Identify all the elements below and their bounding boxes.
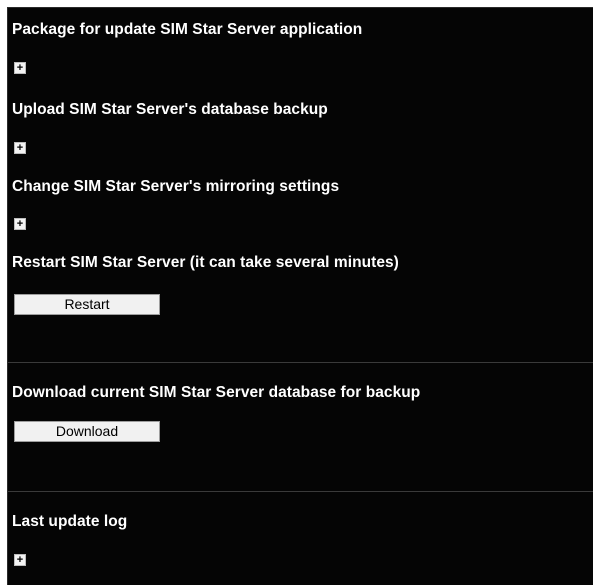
restart-button[interactable]: Restart [14, 294, 160, 315]
server-maintenance-panel: Package for update SIM Star Server appli… [7, 7, 593, 585]
mirroring-expand-icon[interactable]: + [14, 218, 26, 230]
update-package-heading: Package for update SIM Star Server appli… [12, 21, 363, 38]
update-package-expand-icon[interactable]: + [14, 62, 26, 74]
section-divider [8, 491, 593, 492]
last-update-log-heading: Last update log [12, 513, 128, 530]
mirroring-heading: Change SIM Star Server's mirroring setti… [12, 178, 340, 195]
upload-backup-expand-icon[interactable]: + [14, 142, 26, 154]
restart-heading: Restart SIM Star Server (it can take sev… [12, 254, 399, 271]
section-divider [8, 362, 593, 363]
upload-backup-heading: Upload SIM Star Server's database backup [12, 101, 328, 118]
download-button[interactable]: Download [14, 421, 160, 442]
last-update-log-expand-icon[interactable]: + [14, 554, 26, 566]
download-heading: Download current SIM Star Server databas… [12, 384, 421, 401]
